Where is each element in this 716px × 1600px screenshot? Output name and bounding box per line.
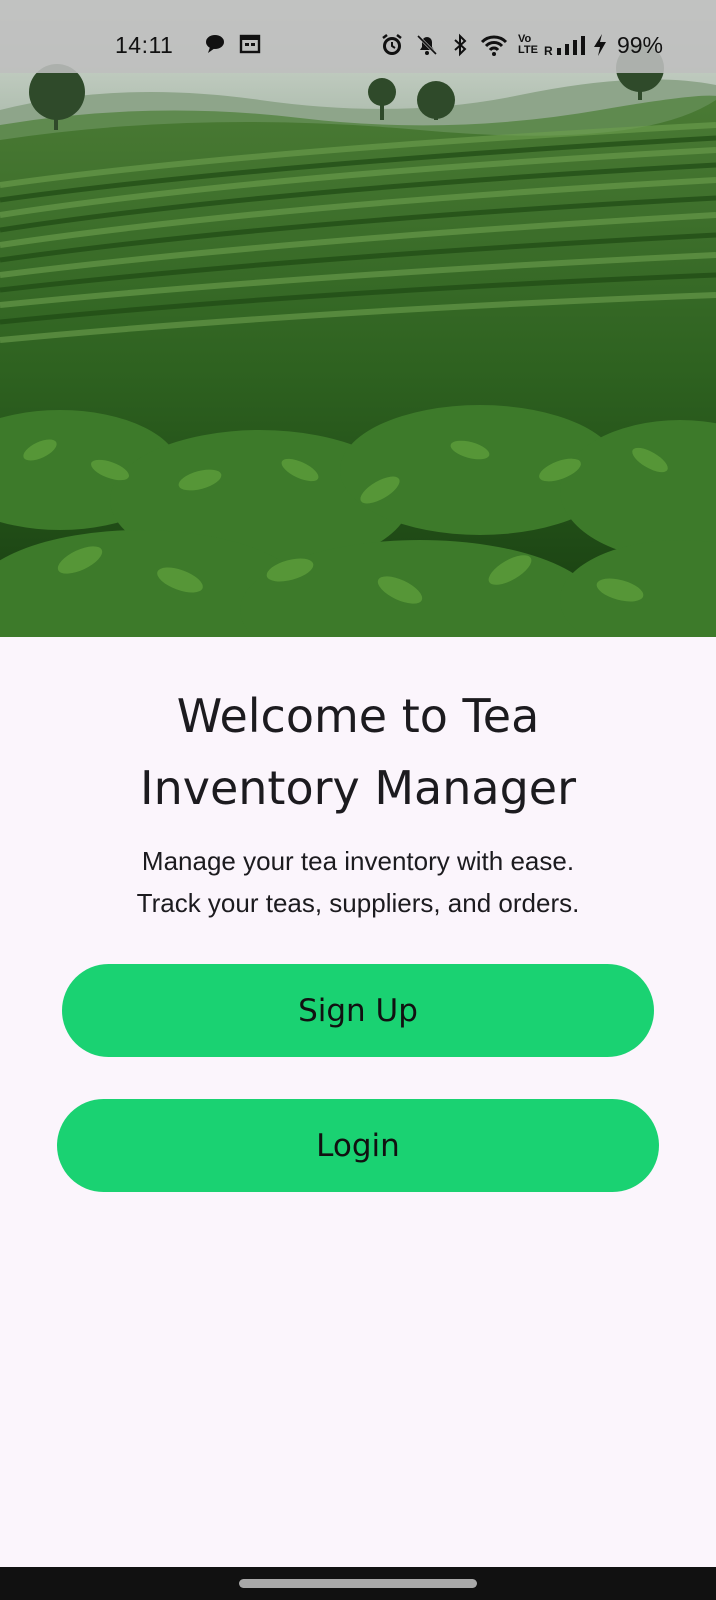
roaming-label: R (544, 44, 553, 58)
subtitle-line-1: Manage your tea inventory with ease. (141, 846, 575, 876)
charging-bolt-icon (592, 33, 608, 57)
alarm-icon (380, 33, 404, 57)
subtitle-line-2: Track your teas, suppliers, and orders. (136, 888, 580, 918)
volte-icon: Vo LTE (518, 33, 538, 56)
mute-bell-icon (415, 33, 439, 57)
signal-icon (556, 33, 588, 57)
sign-up-button[interactable]: Sign Up (62, 964, 654, 1057)
wifi-icon (480, 33, 508, 57)
navigation-bar (0, 1567, 716, 1600)
battery-percentage: 99% (616, 32, 663, 58)
hero-image (0, 0, 716, 637)
calendar-icon (239, 33, 261, 57)
page-title: Welcome to Tea Inventory Manager (0, 680, 716, 824)
chat-bubble-icon (204, 33, 226, 57)
status-time: 14:11 (115, 32, 174, 58)
login-button[interactable]: Login (57, 1099, 659, 1192)
status-bar: 14:11 Vo LTE R 99% (0, 0, 716, 73)
title-line-1: Welcome to Tea (176, 689, 540, 743)
home-gesture-handle[interactable] (239, 1579, 477, 1588)
title-line-2: Inventory Manager (140, 761, 576, 815)
page-subtitle: Manage your tea inventory with ease. Tra… (0, 840, 716, 924)
bluetooth-icon (451, 33, 469, 57)
